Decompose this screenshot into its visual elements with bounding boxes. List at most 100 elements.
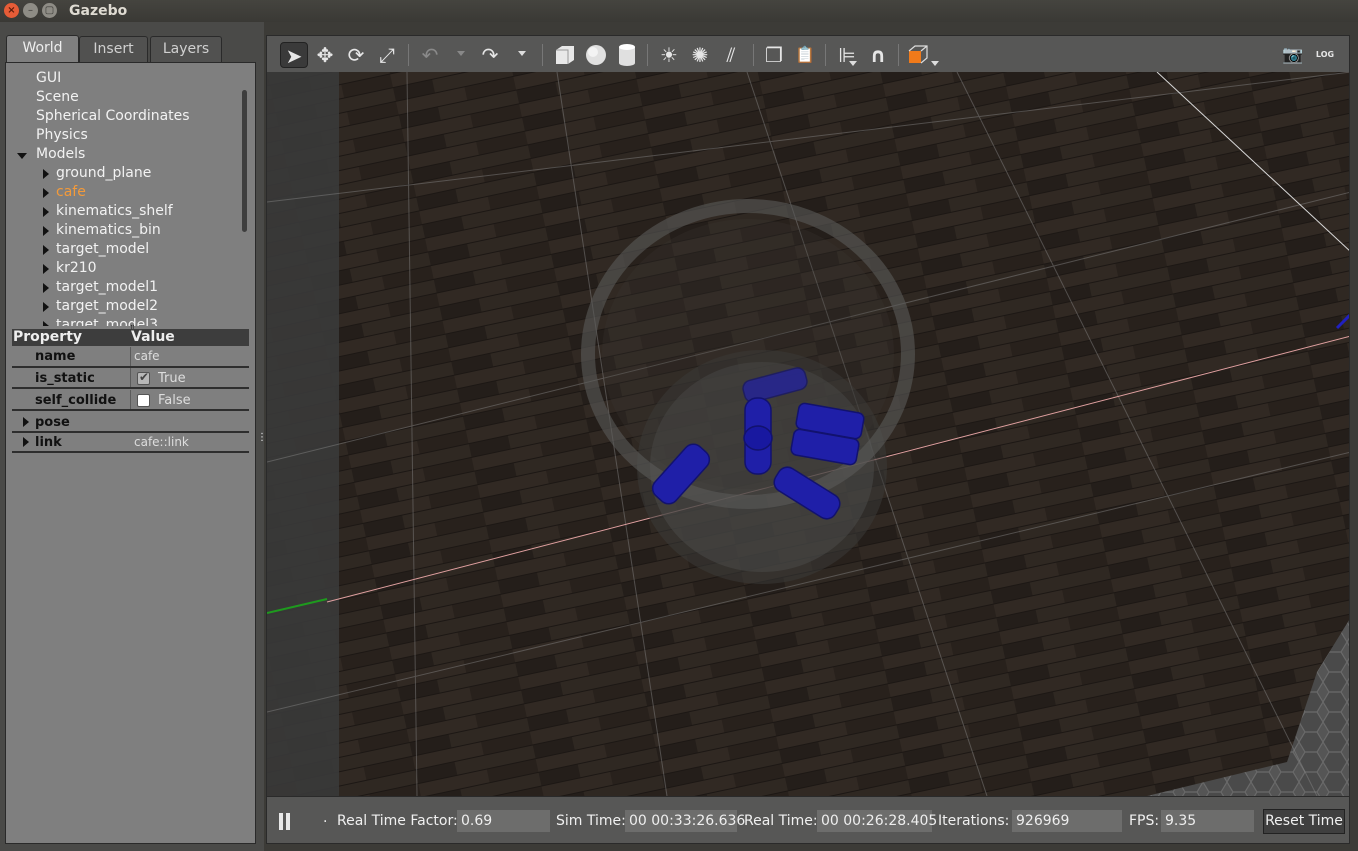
minimize-window-button[interactable]: – [23,3,38,18]
maximize-icon: ▢ [44,5,55,16]
tree-item-physics[interactable]: Physics [36,127,88,146]
translate-icon[interactable]: ✥ [311,42,339,68]
collapse-arrow-icon[interactable] [43,169,49,179]
expand-arrow-icon[interactable] [23,417,29,427]
iterations-label: Iterations: [938,813,1010,829]
collapse-arrow-icon[interactable] [43,245,49,255]
undo-icon[interactable]: ↶ [416,42,444,68]
tree-item-spherical-coordinates[interactable]: Spherical Coordinates [36,108,190,127]
tab-world[interactable]: World [6,35,79,63]
target-model-shape[interactable] [743,425,773,451]
align-dropdown-icon[interactable] [849,61,857,66]
toolbar-separator [647,44,648,66]
model-item-kr210[interactable]: kr210 [56,260,97,279]
snap-icon[interactable]: ∩ [864,42,892,68]
collapse-arrow-icon[interactable] [43,226,49,236]
spot-light-icon[interactable]: ✺ [686,42,714,68]
scene-render[interactable] [267,72,1350,796]
property-row-self-collide[interactable]: self_collide False [12,390,249,411]
sim-time-value: 00 00:33:26.636 [625,810,745,832]
world-panel: GUI Scene Spherical Coordinates Physics … [5,62,256,844]
fps-label: FPS: [1129,813,1160,829]
self-collide-checkbox[interactable] [137,394,150,407]
directional-light-icon[interactable]: ⫽ [717,42,745,68]
real-time-factor-label: Real Time Factor: [337,813,458,829]
tree-item-gui[interactable]: GUI [36,70,61,89]
sphere-icon[interactable] [582,42,610,68]
paste-icon[interactable]: 📋 [791,42,819,68]
fps-value: 9.35 [1161,810,1254,832]
property-table-header: Property Value [12,329,249,346]
maximize-window-button[interactable]: ▢ [42,3,57,18]
property-value[interactable]: cafe [134,349,160,363]
tree-scrollbar[interactable] [242,90,247,232]
tab-layers[interactable]: Layers [150,36,222,62]
property-label: link [35,435,62,450]
point-light-icon[interactable]: ☀ [655,42,683,68]
close-icon: × [7,5,16,16]
collapse-arrow-icon[interactable] [43,302,49,312]
cylinder-icon[interactable] [613,42,641,68]
property-value: False [158,393,191,408]
model-item-target-model[interactable]: target_model [56,241,149,260]
collapse-arrow-icon[interactable] [43,264,49,274]
model-item-kinematics-shelf[interactable]: kinematics_shelf [56,203,173,222]
is-static-checkbox[interactable]: ✔ [137,370,150,385]
main-toolbar: ➤ ✥ ⟳ ⤢ ↶ ↷ ☀ ✺ ⫽ ❐ 📋 ⊫ ∩ 📷 LOG [266,35,1350,72]
world-tree[interactable]: GUI Scene Spherical Coordinates Physics … [7,64,243,326]
minimize-icon: – [28,5,33,16]
property-value: True [158,371,186,386]
pause-button[interactable] [279,813,291,830]
scale-icon[interactable]: ⤢ [373,42,401,68]
step-indicator[interactable]: . [323,810,327,826]
redo-icon[interactable]: ↷ [476,42,504,68]
undo-dropdown-icon[interactable] [457,51,465,56]
expand-arrow-icon[interactable] [17,153,27,159]
close-window-button[interactable]: × [4,3,19,18]
toolbar-separator [753,44,754,66]
window-title: Gazebo [69,3,128,19]
select-arrow-icon[interactable]: ➤ [280,42,308,68]
property-row-is-static[interactable]: is_static ✔ True [12,368,249,389]
property-label: self_collide [35,393,117,408]
collapse-arrow-icon[interactable] [43,283,49,293]
toolbar-separator [898,44,899,66]
model-item-cafe[interactable]: cafe [56,184,86,203]
box-icon[interactable] [551,42,579,68]
view-angle-icon[interactable] [905,42,933,68]
tree-item-models[interactable]: Models [36,146,85,165]
column-divider [130,347,131,366]
reset-time-button[interactable]: Reset Time [1263,809,1345,834]
model-item-target-model1[interactable]: target_model1 [56,279,158,298]
model-item-target-model2[interactable]: target_model2 [56,298,158,317]
pause-icon [279,813,283,830]
collapse-arrow-icon[interactable] [43,207,49,217]
real-time-factor-value: 0.69 [457,810,550,832]
real-time-value: 00 00:26:28.405 [817,810,937,832]
property-label: pose [35,415,70,430]
left-panel: World Insert Layers GUI Scene Spherical … [0,22,267,851]
expand-arrow-icon[interactable] [23,437,29,447]
property-row-name[interactable]: name cafe [12,347,249,368]
redo-dropdown-icon[interactable] [518,51,526,56]
model-item-ground-plane[interactable]: ground_plane [56,165,151,184]
tree-item-scene[interactable]: Scene [36,89,79,108]
floor-edge-left [267,72,339,796]
model-item-target-model3[interactable]: target_model3 [56,317,158,326]
rotate-icon[interactable]: ⟳ [342,42,370,68]
property-row-pose[interactable]: pose [12,412,249,433]
property-label: name [35,349,76,364]
collapse-arrow-icon[interactable] [43,188,49,198]
property-row-link[interactable]: link cafe::link [12,432,249,453]
model-item-kinematics-bin[interactable]: kinematics_bin [56,222,161,241]
header-property: Property [13,329,83,345]
collapse-arrow-icon[interactable] [43,321,49,326]
real-time-label: Real Time: [744,813,818,829]
view-angle-dropdown-icon[interactable] [931,61,939,66]
screenshot-icon[interactable]: 📷 [1279,42,1307,68]
toolbar-separator [542,44,543,66]
copy-icon[interactable]: ❐ [760,42,788,68]
scene-viewport[interactable]: ⋮ [266,72,1350,796]
tab-insert[interactable]: Insert [79,36,148,62]
log-icon[interactable]: LOG [1311,42,1339,68]
